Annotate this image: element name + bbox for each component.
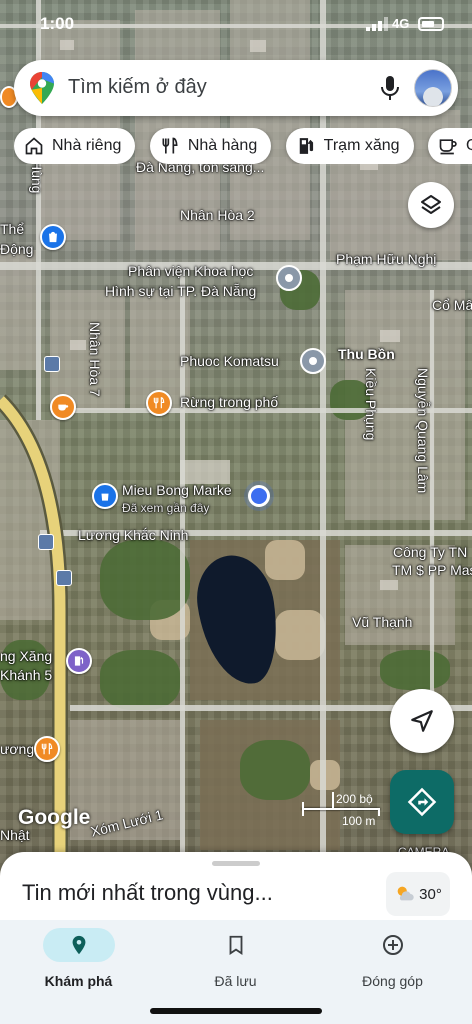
map-label-nhan-hoa-7: Nhân Hòa 7 xyxy=(87,322,103,397)
signal-icon xyxy=(366,17,388,31)
cafe-pin-icon[interactable] xyxy=(50,394,76,420)
google-maps-logo-icon xyxy=(30,72,54,104)
map-label-institute-line1: Phân viện Khoa học xyxy=(128,263,254,279)
map-roof xyxy=(380,580,398,590)
weather-temp: 30° xyxy=(419,885,442,903)
home-indicator[interactable] xyxy=(150,1008,322,1014)
network-type: 4G xyxy=(392,16,410,31)
nav-saved[interactable]: Đã lưu xyxy=(157,920,314,1000)
account-avatar[interactable] xyxy=(414,69,452,107)
map-highway xyxy=(0,394,68,870)
map-label-gas-line1: ng Xăng xyxy=(0,648,53,664)
microphone-icon[interactable] xyxy=(378,74,402,102)
google-watermark: Google xyxy=(18,806,91,829)
map-trees xyxy=(100,540,190,620)
shopping-pin-icon[interactable] xyxy=(40,224,66,250)
map-sand xyxy=(265,540,305,580)
sheet-drag-handle[interactable] xyxy=(212,861,260,866)
map-label-uong: ương xyxy=(0,741,35,757)
map-label-kieu-phung: Kiều Phụng xyxy=(363,368,379,441)
add-circle-icon xyxy=(357,928,429,962)
bookmark-icon xyxy=(200,928,272,962)
chip-coffee[interactable]: Qu xyxy=(428,128,472,164)
map-label-gas-line2: Khánh 5 xyxy=(0,667,53,683)
chip-restaurant-label: Nhà hàng xyxy=(187,137,258,154)
my-location-button[interactable] xyxy=(390,689,454,753)
latest-news-sheet[interactable]: Tin mới nhất trong vùng... 30° xyxy=(0,852,472,930)
search-input[interactable]: Tìm kiếm ở đây xyxy=(68,76,207,99)
map-scale: 200 bộ 100 m xyxy=(302,792,382,832)
nav-contribute[interactable]: Đóng góp xyxy=(314,920,471,1000)
map-label-hung: Hùng xyxy=(29,160,45,194)
search-bar[interactable]: Tìm kiếm ở đây xyxy=(14,60,458,116)
map-label-vu-thanh: Vũ Thạnh xyxy=(352,614,413,630)
battery-icon xyxy=(418,17,444,31)
institute-pin-icon[interactable] xyxy=(276,265,302,291)
map-roof xyxy=(380,330,400,342)
map-label-rung-trong-pho: Rừng trong phố xyxy=(180,394,279,410)
map-label-luong-khac-ninh: Lương Khắc Ninh xyxy=(78,527,189,543)
status-time: 1:00 xyxy=(40,14,75,33)
map-label-recently-viewed: Đã xem gần đây xyxy=(122,501,210,515)
map-roof xyxy=(70,340,86,350)
map-label-mieu-bong: Mieu Bong Marke xyxy=(122,482,232,498)
layers-icon xyxy=(421,195,441,214)
market-pin-icon[interactable] xyxy=(92,483,118,509)
nav-explore-label: Khám phá xyxy=(44,973,113,989)
map-label-dong: Động xyxy=(0,241,34,257)
scale-top-label: 200 bộ xyxy=(336,792,373,806)
directions-button[interactable] xyxy=(390,770,454,834)
restaurant-icon xyxy=(162,137,178,154)
my-location-dot xyxy=(248,485,270,507)
map-label-pham-huu-nghi: Phạm Hữu Nghị xyxy=(336,251,437,267)
nav-explore[interactable]: Khám phá xyxy=(0,920,157,1000)
weather-badge[interactable]: 30° xyxy=(386,872,450,916)
map-label-nhat: Nhật xyxy=(0,827,30,843)
chip-restaurant[interactable]: Nhà hàng xyxy=(149,128,272,164)
chip-gas-station-label: Trạm xăng xyxy=(323,137,400,154)
map-trees xyxy=(240,740,310,800)
layers-button[interactable] xyxy=(408,182,454,228)
status-bar: 1:00 4G xyxy=(0,0,472,48)
coffee-icon xyxy=(439,139,457,155)
chip-home[interactable]: Nhà riêng xyxy=(14,128,136,164)
restaurant-pin-icon[interactable] xyxy=(146,390,172,416)
restaurant-pin-icon[interactable] xyxy=(34,736,60,762)
place-pin-icon[interactable] xyxy=(300,348,326,374)
map-sand xyxy=(275,610,325,660)
directions-icon xyxy=(407,787,437,817)
gas-station-icon xyxy=(299,138,313,154)
map-label-cong-ty-line1: Công Ty TN xyxy=(393,544,468,560)
chip-coffee-label: Qu xyxy=(466,137,472,155)
nav-contribute-label: Đóng góp xyxy=(362,973,423,989)
chip-home-label: Nhà riêng xyxy=(52,137,122,154)
map-label-nhan-hoa-2: Nhân Hòa 2 xyxy=(180,207,255,223)
chip-gas-station[interactable]: Trạm xăng xyxy=(285,128,414,164)
home-icon xyxy=(25,137,43,155)
map-label-cong-ty-line2: TM $ PP Mast xyxy=(392,562,472,578)
navigation-arrow-icon xyxy=(411,710,433,732)
map-label-phuoc-komatsu: Phuoc Komatsu xyxy=(180,353,279,369)
gas-station-pin-icon[interactable] xyxy=(66,648,92,674)
transit-pin-icon[interactable] xyxy=(38,534,54,550)
map-label-nguyen-quang-lam: Nguyễn Quang Lâm xyxy=(415,368,431,494)
nav-saved-label: Đã lưu xyxy=(214,973,257,989)
map-street xyxy=(430,290,434,710)
map-trees xyxy=(380,650,450,690)
sheet-title: Tin mới nhất trong vùng... xyxy=(22,880,273,905)
map-label-co-ma: Cổ Mâ xyxy=(432,297,472,313)
map-roof xyxy=(180,460,230,484)
scale-bottom-label: 100 m xyxy=(342,814,376,828)
transit-pin-icon[interactable] xyxy=(56,570,72,586)
explore-pin-icon xyxy=(42,928,115,962)
partly-cloudy-icon xyxy=(397,886,414,901)
transit-pin-icon[interactable] xyxy=(44,356,60,372)
category-chips: Nhà riêng Nhà hàng Trạm xăng Qu xyxy=(14,128,472,164)
map-trees xyxy=(100,650,180,710)
map-label-thu-bon: Thu Bồn xyxy=(338,346,395,362)
map-label-the: Thể xyxy=(0,221,25,237)
map-label-institute-line2: Hình sự tại TP. Đà Nẵng xyxy=(105,283,257,299)
